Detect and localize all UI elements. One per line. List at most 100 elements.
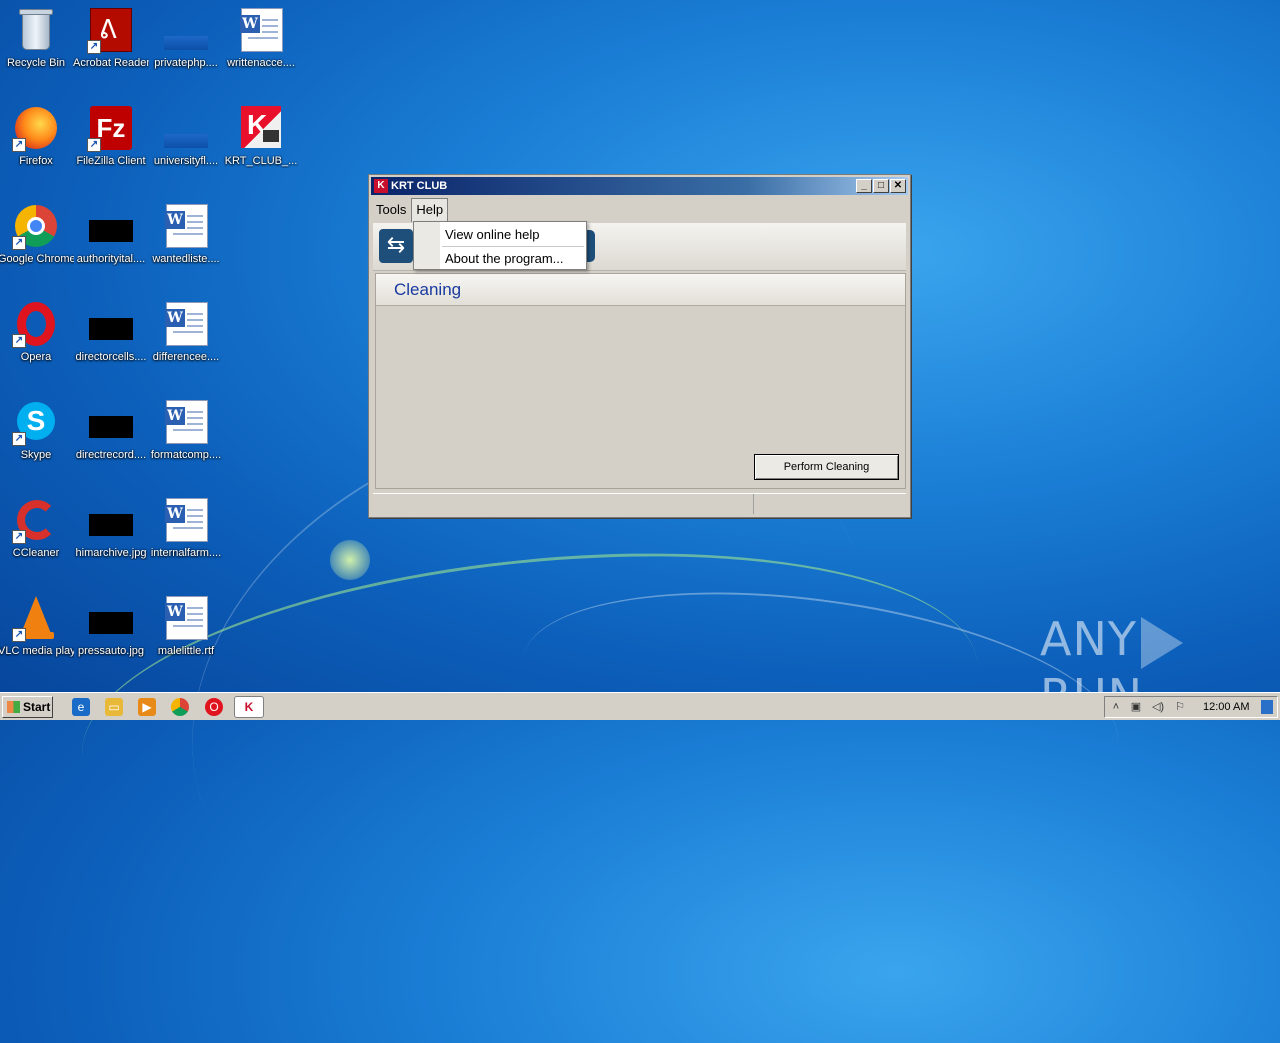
- desktop-icon-label: Acrobat Reader DC: [73, 57, 149, 69]
- status-bar: [373, 493, 906, 514]
- minimize-button[interactable]: _: [856, 179, 872, 193]
- image-file-icon: [87, 300, 135, 348]
- recycle-bin-icon: [12, 6, 60, 54]
- word-doc-icon: W: [162, 594, 210, 642]
- image-file-icon: [87, 202, 135, 250]
- window-titlebar[interactable]: K KRT CLUB _ □ ✕: [371, 177, 908, 195]
- desktop-icon-label: himarchive.jpg: [75, 547, 147, 559]
- word-doc-icon: W: [162, 202, 210, 250]
- desktop-icon-image-4[interactable]: himarchive.jpg: [73, 496, 149, 560]
- window-title: KRT CLUB: [391, 180, 448, 192]
- panel-title: Cleaning: [376, 274, 905, 306]
- desktop-icon-label: internalfarm....: [150, 547, 222, 559]
- watermark-text: ANY: [1040, 612, 1137, 666]
- desktop-icon-label: directorcells....: [75, 351, 147, 363]
- desktop-icon-label: universityfl....: [153, 155, 219, 167]
- desktop-icon-label: Firefox: [19, 155, 53, 167]
- desktop-icon-label: malelittle.rtf: [157, 645, 215, 657]
- menu-help[interactable]: Help: [411, 198, 449, 222]
- cleaning-panel: Cleaning Perform Cleaning: [375, 273, 906, 489]
- menu-item-view-online-help[interactable]: View online help: [445, 227, 539, 242]
- internet-explorer-icon[interactable]: e: [72, 698, 90, 716]
- taskbar: Start e ▭ ▶ O K ˄ ▣ ◁) ⚐ 12:00 AM: [0, 692, 1280, 720]
- menu-tools[interactable]: Tools: [371, 198, 411, 222]
- explorer-folder-icon[interactable]: ▭: [105, 698, 123, 716]
- desktop-icon-firefox[interactable]: ↗ Firefox: [0, 104, 74, 168]
- file-icon: [162, 6, 210, 54]
- desktop-icon-opera[interactable]: ↗ Opera: [0, 300, 74, 364]
- network-icon[interactable]: ▣: [1129, 700, 1143, 714]
- clock[interactable]: 12:00 AM: [1203, 701, 1249, 713]
- close-button[interactable]: ✕: [890, 179, 906, 193]
- desktop-icon-label: formatcomp....: [150, 449, 222, 461]
- file-icon: [162, 104, 210, 152]
- desktop-icon-word-2[interactable]: W differencee....: [148, 300, 224, 364]
- desktop-icon-label: differencee....: [152, 351, 220, 363]
- desktop-icon-label: Google Chrome: [0, 253, 74, 265]
- desktop-icon-image-1[interactable]: authorityital....: [73, 202, 149, 266]
- desktop-icon-vlc[interactable]: ↗ VLC media player: [0, 594, 74, 658]
- desktop-icon-chrome[interactable]: ↗ Google Chrome: [0, 202, 74, 266]
- desktop-icon-word-3[interactable]: W formatcomp....: [148, 398, 224, 462]
- volume-icon[interactable]: ◁): [1151, 700, 1165, 714]
- desktop-icon-word-1[interactable]: W wantedliste....: [148, 202, 224, 266]
- desktop-icon-word-5[interactable]: W malelittle.rtf: [148, 594, 224, 658]
- desktop-icon-image-3[interactable]: directrecord....: [73, 398, 149, 462]
- image-file-icon: [87, 594, 135, 642]
- menu-separator: [442, 246, 584, 247]
- chrome-icon[interactable]: [171, 698, 189, 716]
- desktop-icon-label: FileZilla Client: [76, 155, 146, 167]
- vlc-icon: ↗: [12, 594, 60, 642]
- flag-icon[interactable]: ⚐: [1173, 700, 1187, 714]
- desktop-icon-krt-club[interactable]: K KRT_CLUB_...: [223, 104, 299, 168]
- desktop-icon-label: wantedliste....: [152, 253, 220, 265]
- desktop-icon-label: Skype: [20, 449, 52, 461]
- desktop-icon-acrobat[interactable]: ᕕ ↗ Acrobat Reader DC: [73, 6, 149, 70]
- desktop-icon-skype[interactable]: S ↗ Skype: [0, 398, 74, 462]
- status-divider: [753, 494, 754, 514]
- desktop-icon-image-2[interactable]: directorcells....: [73, 300, 149, 364]
- acrobat-icon: ᕕ ↗: [87, 6, 135, 54]
- desktop-icon-label: authorityital....: [76, 253, 146, 265]
- menu-gutter: [414, 222, 440, 269]
- menubar: Tools Help: [371, 198, 908, 222]
- desktop-icon-label: directrecord....: [75, 449, 147, 461]
- chevron-up-icon[interactable]: ˄: [1109, 700, 1123, 714]
- krt-club-icon: K: [237, 104, 285, 152]
- word-doc-icon: W: [237, 6, 285, 54]
- wallpaper-glow: [330, 540, 370, 580]
- desktop-icon-label: privatephp....: [154, 57, 218, 69]
- desktop-icon-word-4[interactable]: W internalfarm....: [148, 496, 224, 560]
- krt-club-task-button[interactable]: K: [234, 696, 264, 718]
- system-tray: ˄ ▣ ◁) ⚐ 12:00 AM: [1104, 696, 1278, 718]
- image-file-icon: [87, 398, 135, 446]
- desktop-icon-image-5[interactable]: pressauto.jpg: [73, 594, 149, 658]
- desktop-icon-label: CCleaner: [12, 547, 60, 559]
- opera-icon: ↗: [12, 300, 60, 348]
- desktop-icon-recycle-bin[interactable]: Recycle Bin: [0, 6, 74, 70]
- desktop-icon-ccleaner[interactable]: ↗ CCleaner: [0, 496, 74, 560]
- maximize-button[interactable]: □: [873, 179, 889, 193]
- desktop-icon-label: pressauto.jpg: [77, 645, 145, 657]
- help-menu-dropdown: View online help About the program...: [413, 221, 587, 270]
- media-player-icon[interactable]: ▶: [138, 698, 156, 716]
- start-label: Start: [23, 700, 51, 714]
- refresh-icon[interactable]: ⇆: [379, 229, 413, 263]
- desktop-icon-file-2[interactable]: universityfl....: [148, 104, 224, 168]
- desktop-icon-filezilla[interactable]: Fz ↗ FileZilla Client: [73, 104, 149, 168]
- word-doc-icon: W: [162, 496, 210, 544]
- filezilla-icon: Fz ↗: [87, 104, 135, 152]
- firefox-icon: ↗: [12, 104, 60, 152]
- play-icon: [1140, 616, 1183, 669]
- desktop-icon-file-1[interactable]: privatephp....: [148, 6, 224, 70]
- windows-logo-icon: [7, 701, 20, 713]
- desktop-icon-word-6[interactable]: W writtenacce....: [223, 6, 299, 70]
- krt-club-icon: K: [374, 179, 388, 193]
- perform-cleaning-button[interactable]: Perform Cleaning: [754, 454, 899, 480]
- opera-icon[interactable]: O: [205, 698, 223, 716]
- start-button[interactable]: Start: [2, 696, 53, 718]
- ccleaner-icon: ↗: [12, 496, 60, 544]
- menu-item-about[interactable]: About the program...: [445, 251, 564, 266]
- show-desktop-icon[interactable]: [1261, 700, 1273, 714]
- skype-icon: S ↗: [12, 398, 60, 446]
